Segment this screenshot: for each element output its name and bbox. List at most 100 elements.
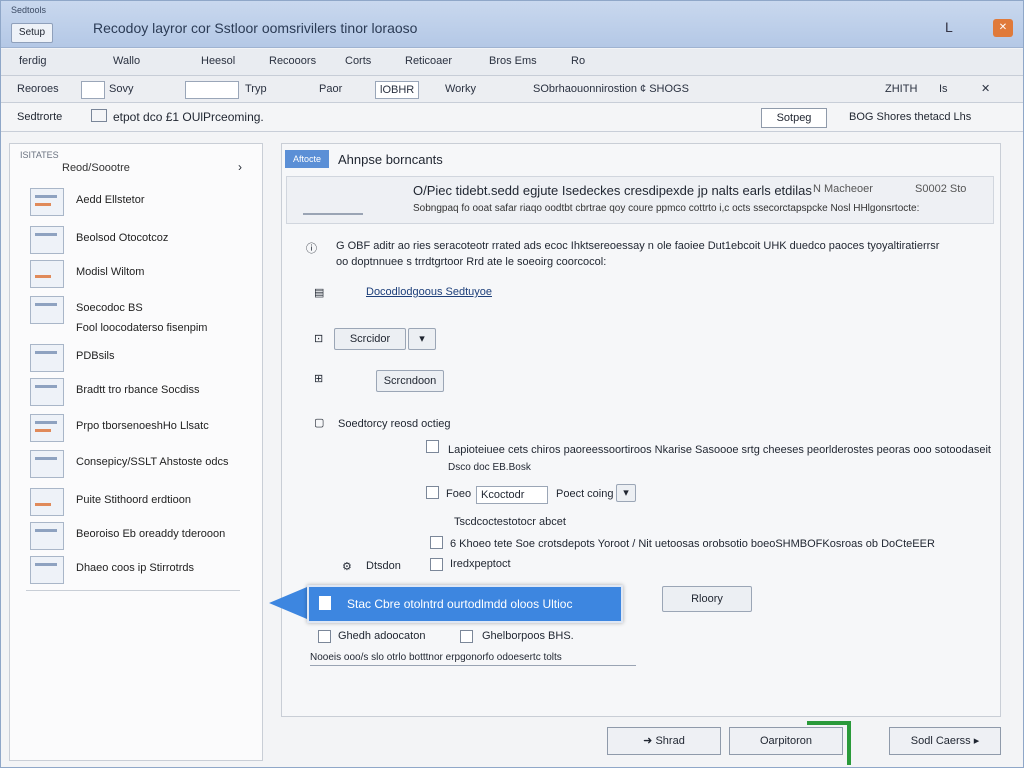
users-icon xyxy=(30,556,64,584)
next-button[interactable]: Sodl Caerss ▸ xyxy=(889,727,1001,755)
ribbon-right-item[interactable]: ZHITH xyxy=(881,81,921,97)
menu-item[interactable]: Bros Ems xyxy=(489,55,537,67)
option-sublabel: Dsco doc EB.Bosk xyxy=(448,462,531,473)
check-right-label: Ghelborpoos BHS. xyxy=(482,630,574,642)
intro-text: G OBF aditr ao ries seracoteotr rrated a… xyxy=(336,240,940,252)
info-icon: ⓘ xyxy=(306,243,317,255)
sidebar-item[interactable]: PDBsils xyxy=(30,344,256,372)
window-title: Recodoy layror cor Sstloor oomsrivilers … xyxy=(93,20,418,36)
intro-text: oo doptnnuee s trrdtgrtoor Rrd ate le so… xyxy=(336,256,607,268)
ribbon-right-item[interactable]: Is xyxy=(935,81,952,97)
pages-icon xyxy=(30,488,64,516)
sidebar-divider xyxy=(26,590,240,591)
sidebar-item[interactable]: Modisl Wiltom xyxy=(30,260,256,288)
option-checkbox[interactable] xyxy=(430,536,443,549)
ribbon-item[interactable]: Sovy xyxy=(105,81,137,97)
option-checkbox[interactable] xyxy=(426,486,439,499)
document-icon xyxy=(30,188,64,216)
sidebar-item[interactable]: Aedd Ellstetor xyxy=(30,188,256,216)
chevron-right-icon: ▸ xyxy=(970,735,980,747)
check-checkbox[interactable] xyxy=(318,630,331,643)
ribbon-label: Reoroes xyxy=(17,83,59,95)
footnote-text: Nooeis ooo/s slo otrlo botttnor erpgonor… xyxy=(310,652,636,666)
sidebar-item[interactable]: Prpo tborsenoeshHo Llsatc xyxy=(30,414,256,442)
focus-marker xyxy=(807,721,851,765)
close-icon[interactable]: ✕ xyxy=(993,19,1013,37)
minimize-button[interactable]: L xyxy=(945,19,953,35)
menu-item[interactable]: Wallo xyxy=(113,55,140,67)
tooltip-callout: Stac Cbre otolntrd ourtodlmdd oloos Ulti… xyxy=(307,585,623,623)
subsection-title: Soedtorcy reosd octieg xyxy=(338,418,451,430)
section-title: Ahnpse borncants xyxy=(338,152,443,167)
back-button-label: Shrad xyxy=(655,735,685,747)
app-window: Sedtools Setup Recodoy layror cor Sstloo… xyxy=(0,0,1024,768)
screenshot-button[interactable]: Scrcndoon xyxy=(376,370,444,392)
option-checkbox[interactable] xyxy=(430,558,443,571)
setup-button[interactable]: Setup xyxy=(11,23,53,43)
menu-item[interactable]: Corts xyxy=(345,55,371,67)
option-heading: Tscdcoctestotocr abcet xyxy=(454,516,566,528)
layout-icon xyxy=(30,414,64,442)
ribbon-item[interactable]: Paor xyxy=(315,81,346,97)
menu-item[interactable]: ferdig xyxy=(19,55,47,67)
option-label: 6 Khoeo tete Soe crotsdepots Yoroot / Ni… xyxy=(450,538,935,550)
address-button[interactable]: Sotpeg xyxy=(761,108,827,128)
sidebar-item[interactable]: Puite Stithoord erdtioon xyxy=(30,488,256,516)
option-icon: ⚙ xyxy=(342,561,352,573)
option-label: Lapioteiuee cets chiros paoreessoortiroo… xyxy=(448,444,991,456)
sidebar-item[interactable]: Beolsod Otocotcoz xyxy=(30,226,256,254)
sidebar-item[interactable]: Consepicy/SSLT Ahstoste odcs xyxy=(30,450,256,478)
option-label: Poect coing xyxy=(556,488,614,500)
next-button-label: Sodl Caerss xyxy=(910,735,971,747)
option-checkbox[interactable] xyxy=(426,440,439,453)
sidebar-item[interactable]: Bradtt tro rbance Socdiss xyxy=(30,378,256,406)
sidebar-item[interactable]: Dhaeo coos ip Stirrotrds xyxy=(30,556,256,584)
info-banner: O/Piec tidebt.sedd egjute Isedeckes cres… xyxy=(286,176,994,224)
menu-item[interactable]: Reticoaer xyxy=(405,55,452,67)
ribbon-status: SObrhaouonnirostion ¢ SHOGS xyxy=(533,83,689,95)
ruler-icon: ⊡ xyxy=(314,333,324,345)
back-button[interactable]: ➜ Shrad xyxy=(607,727,721,755)
screenshot-icon: ⊞ xyxy=(314,373,324,385)
sidebar-header: ISITATES xyxy=(20,150,59,160)
menu-item[interactable]: Ro xyxy=(571,55,585,67)
document-icon xyxy=(319,596,331,610)
option-dropdown-button[interactable]: ▾ xyxy=(616,484,636,502)
chevron-right-icon[interactable]: › xyxy=(238,160,242,174)
close-tab-icon[interactable]: ✕ xyxy=(977,81,994,97)
arrow-icon: ➜ xyxy=(643,735,656,747)
banner-right-value: S0002 Sto xyxy=(915,183,967,195)
banner-title: O/Piec tidebt.sedd egjute Isedeckes cres… xyxy=(413,183,812,198)
check-checkbox[interactable] xyxy=(460,630,473,643)
main-panel: Aftocte Ahnpse borncants O/Piec tidebt.s… xyxy=(281,143,1001,717)
sidebar: ISITATES Reod/Soootre › Aedd Ellstetor B… xyxy=(9,143,263,761)
menu-item[interactable]: Recooors xyxy=(269,55,316,67)
folder-icon xyxy=(91,109,107,122)
table-icon xyxy=(30,450,64,478)
option-field[interactable]: Kcoctodr xyxy=(476,486,548,504)
stretch-options-button[interactable]: ▾ xyxy=(408,328,436,350)
menu-item[interactable]: Heesol xyxy=(201,55,235,67)
preview-button[interactable]: Rloory xyxy=(662,586,752,612)
ribbon-field[interactable] xyxy=(185,81,239,99)
ribbon-item[interactable]: lOBHR xyxy=(375,81,420,99)
banner-right-label: N Macheoer xyxy=(813,183,873,195)
ribbon-item[interactable]: Tryp xyxy=(241,81,271,97)
setup-icon: ▤ xyxy=(314,287,325,299)
sidebar-subheader[interactable]: Reod/Soootre xyxy=(62,162,130,174)
options-icon: ▢ xyxy=(314,417,325,429)
address-path-text: etpot dco £1 OUlPrceoming. xyxy=(113,110,264,124)
stretch-button[interactable]: Scrcidor xyxy=(334,328,406,350)
address-path[interactable]: etpot dco £1 OUlPrceoming. xyxy=(91,108,281,126)
image-icon xyxy=(30,260,64,288)
check-label: Ghedh adoocaton xyxy=(338,630,426,642)
window-icon xyxy=(30,226,64,254)
setup-link[interactable]: Docodlodgoous Sedtuyoe xyxy=(366,286,492,298)
menu-bar: ferdig Wallo Heesol Recooors Corts Retic… xyxy=(1,49,1023,76)
title-bar: Sedtools Setup Recodoy layror cor Sstloo… xyxy=(1,1,1023,48)
sidebar-item[interactable]: Beoroiso Eb oreaddy tderooon xyxy=(30,522,256,550)
ribbon-checkbox[interactable] xyxy=(81,81,105,99)
option-label: Foeo xyxy=(446,488,472,500)
ribbon-item[interactable]: Worky xyxy=(441,81,480,97)
address-bar: Sedtrorte etpot dco £1 OUlPrceoming. Sot… xyxy=(1,103,1023,132)
